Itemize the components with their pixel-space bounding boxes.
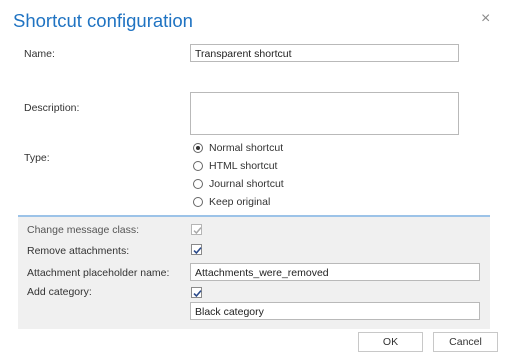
radio-normal-shortcut[interactable]: Normal shortcut bbox=[193, 141, 283, 155]
radio-keep-original[interactable]: Keep original bbox=[193, 195, 270, 209]
category-input[interactable]: Black category bbox=[190, 302, 480, 320]
name-input[interactable]: Transparent shortcut bbox=[190, 44, 459, 62]
radio-html-shortcut[interactable]: HTML shortcut bbox=[193, 159, 277, 173]
attachment-placeholder-name-label: Attachment placeholder name: bbox=[27, 267, 170, 279]
checkmark-icon bbox=[193, 227, 202, 235]
add-category-label: Add category: bbox=[27, 286, 92, 298]
radio-label: Journal shortcut bbox=[209, 178, 284, 190]
name-label: Name: bbox=[24, 48, 55, 60]
ok-button[interactable]: OK bbox=[358, 332, 423, 352]
checkmark-icon bbox=[193, 247, 202, 255]
radio-label: Normal shortcut bbox=[209, 142, 284, 154]
remove-attachments-label: Remove attachments: bbox=[27, 245, 130, 257]
radio-empty-icon bbox=[193, 197, 203, 207]
radio-empty-icon bbox=[193, 161, 203, 171]
radio-journal-shortcut[interactable]: Journal shortcut bbox=[193, 177, 284, 191]
shortcut-configuration-dialog: Shortcut configuration × Name: Transpare… bbox=[0, 0, 505, 356]
description-label: Description: bbox=[24, 102, 80, 114]
radio-label: Keep original bbox=[209, 196, 271, 208]
radio-empty-icon bbox=[193, 179, 203, 189]
cancel-button[interactable]: Cancel bbox=[433, 332, 498, 352]
category-value: Black category bbox=[195, 306, 264, 318]
add-category-checkbox[interactable] bbox=[191, 287, 202, 298]
attachment-placeholder-name-input[interactable]: Attachments_were_removed bbox=[190, 263, 480, 281]
type-label: Type: bbox=[24, 152, 50, 164]
change-message-class-label: Change message class: bbox=[27, 224, 140, 236]
dialog-title: Shortcut configuration bbox=[13, 10, 193, 31]
name-input-value: Transparent shortcut bbox=[195, 48, 292, 60]
attachment-placeholder-name-value: Attachments_were_removed bbox=[195, 267, 329, 279]
change-message-class-checkbox[interactable] bbox=[191, 224, 202, 235]
remove-attachments-checkbox[interactable] bbox=[191, 244, 202, 255]
radio-label: HTML shortcut bbox=[209, 160, 278, 172]
checkmark-icon bbox=[193, 290, 202, 298]
radio-selected-icon bbox=[193, 143, 203, 153]
close-icon[interactable]: × bbox=[481, 10, 490, 28]
description-textarea[interactable] bbox=[190, 92, 459, 135]
